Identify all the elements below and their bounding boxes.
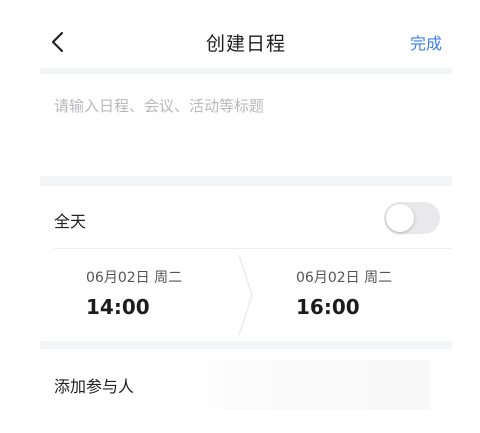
title-section [40,74,452,176]
add-attendee-label: 添加参与人 [54,377,135,396]
schedule-title-input[interactable] [54,92,434,120]
page-title: 创建日程 [205,33,286,55]
section-gap [40,176,452,186]
start-time: 14:00 [86,295,150,319]
create-schedule-screen: 创建日程 完成 全天 06月02日 周二 14:00 06月02日 周二 16:… [0,0,480,433]
end-time: 16:00 [296,295,360,319]
end-date: 06月02日 周二 [296,270,393,286]
all-day-label: 全天 [54,212,87,231]
end-time-picker[interactable]: 06月02日 周二 16:00 [252,249,452,341]
done-button[interactable]: 完成 [410,30,442,54]
start-date: 06月02日 周二 [86,270,183,286]
all-day-row: 全天 [40,186,452,248]
start-time-picker[interactable]: 06月02日 周二 14:00 [40,249,240,341]
navigation-bar: 创建日程 完成 [40,16,452,68]
all-day-toggle[interactable] [384,202,440,234]
time-range-row: 06月02日 周二 14:00 06月02日 周二 16:00 [40,249,452,341]
toggle-knob [386,204,414,232]
section-gap [40,341,452,349]
blur-overlay [170,360,430,410]
